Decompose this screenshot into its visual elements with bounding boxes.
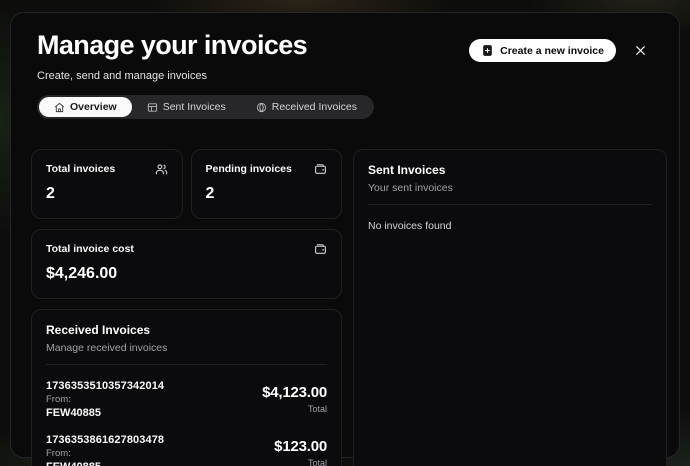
stat-row: Total invoices 2 Pending invoices: [31, 149, 342, 219]
wallet-icon: [314, 243, 327, 256]
overview-left-column: Total invoices 2 Pending invoices: [31, 149, 342, 466]
page-subtitle: Create, send and manage invoices: [37, 70, 307, 82]
pending-invoices-label: Pending invoices: [206, 163, 292, 175]
tab-received-invoices[interactable]: Received Invoices: [241, 97, 372, 117]
divider: [368, 204, 652, 205]
create-invoice-button[interactable]: Create a new invoice: [469, 39, 616, 62]
create-invoice-label: Create a new invoice: [500, 45, 604, 57]
received-invoices-title: Received Invoices: [46, 323, 327, 337]
tab-sent-invoices[interactable]: Sent Invoices: [132, 97, 241, 117]
total-invoice-cost-label: Total invoice cost: [46, 243, 134, 255]
received-invoices-card: Received Invoices Manage received invoic…: [31, 309, 342, 466]
table-icon: [147, 102, 158, 113]
page-title: Manage your invoices: [37, 30, 307, 61]
invoice-sender: FEW40885: [46, 407, 164, 419]
invoice-from-label: From:: [46, 394, 164, 405]
invoice-from-label: From:: [46, 448, 164, 459]
total-invoice-cost-card: Total invoice cost $4,246.00: [31, 229, 342, 299]
pending-invoices-value: 2: [206, 185, 328, 203]
book-plus-icon: [481, 44, 494, 57]
received-invoice-row[interactable]: 1736353861627803478 From: FEW40885 $123.…: [46, 434, 327, 466]
users-icon: [155, 163, 168, 176]
invoice-sender: FEW40885: [46, 461, 164, 466]
invoice-amount-block: $4,123.00 Total: [262, 384, 327, 414]
dialog-content: Total invoices 2 Pending invoices: [11, 149, 679, 439]
globe-icon: [256, 102, 267, 113]
sent-invoices-title: Sent Invoices: [368, 163, 652, 177]
tab-overview-label: Overview: [70, 101, 117, 113]
pending-invoices-card: Pending invoices 2: [191, 149, 343, 219]
sent-invoices-panel: Sent Invoices Your sent invoices No invo…: [353, 149, 667, 466]
invoice-id: 1736353861627803478: [46, 434, 164, 446]
tab-overview[interactable]: Overview: [39, 97, 132, 117]
tab-sent-invoices-label: Sent Invoices: [163, 101, 226, 113]
sent-invoices-subtitle: Your sent invoices: [368, 182, 652, 194]
invoice-amount-label: Total: [274, 458, 327, 466]
invoice-tabs: Overview Sent Invoices Received Invoices: [37, 95, 374, 119]
invoice-amount-label: Total: [262, 404, 327, 414]
invoice-amount: $123.00: [274, 438, 327, 455]
invoice-info: 1736353861627803478 From: FEW40885: [46, 434, 164, 466]
dialog-header: Manage your invoices Create, send and ma…: [11, 13, 679, 82]
total-invoice-cost-value: $4,246.00: [46, 265, 327, 283]
total-invoices-label: Total invoices: [46, 163, 115, 175]
close-button[interactable]: [632, 42, 649, 59]
invoice-amount: $4,123.00: [262, 384, 327, 401]
divider: [46, 364, 327, 365]
total-invoices-value: 2: [46, 185, 168, 203]
header-text: Manage your invoices Create, send and ma…: [37, 30, 307, 82]
invoice-amount-block: $123.00 Total: [274, 438, 327, 466]
received-invoice-row[interactable]: 1736353510357342014 From: FEW40885 $4,12…: [46, 380, 327, 419]
home-icon: [54, 102, 65, 113]
manage-invoices-dialog: Manage your invoices Create, send and ma…: [10, 12, 680, 458]
received-invoices-subtitle: Manage received invoices: [46, 342, 327, 354]
invoice-info: 1736353510357342014 From: FEW40885: [46, 380, 164, 419]
tab-received-invoices-label: Received Invoices: [272, 101, 357, 113]
total-invoices-card: Total invoices 2: [31, 149, 183, 219]
sent-invoices-empty-text: No invoices found: [368, 220, 652, 232]
close-icon: [634, 44, 647, 57]
invoice-id: 1736353510357342014: [46, 380, 164, 392]
wallet-icon: [314, 163, 327, 176]
header-actions: Create a new invoice: [469, 39, 649, 62]
